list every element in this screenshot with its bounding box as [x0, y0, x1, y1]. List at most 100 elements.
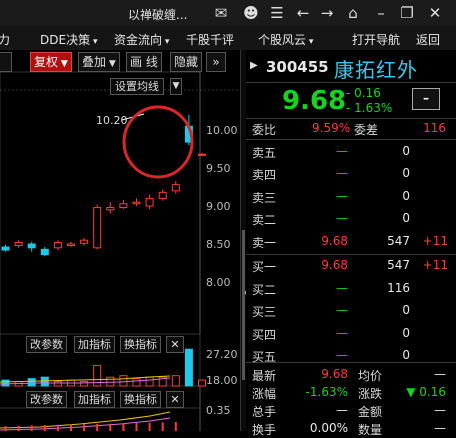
diff-value: 116 — [423, 121, 446, 135]
close-icon[interactable]: ✕ — [426, 4, 444, 22]
y-tick-label: 9.50 — [206, 162, 231, 175]
candle-body — [53, 241, 62, 249]
order-level-price: 9.68 — [321, 234, 348, 248]
user-icon[interactable]: ☻ — [242, 4, 260, 22]
candle-body — [93, 207, 102, 249]
back-arrow-icon[interactable]: ← — [294, 4, 312, 22]
candle-body — [40, 248, 49, 256]
candle-body — [145, 197, 154, 207]
chevron-down-icon: ▾ — [90, 37, 98, 47]
quantity-value: — — [434, 421, 446, 435]
macd-switch-indicator-tab[interactable]: 换指标 — [120, 391, 161, 408]
order-level-label: 卖二 — [252, 213, 277, 227]
volume-tick-label: 27.20 — [206, 348, 238, 361]
menu-icon[interactable]: ☰ — [268, 4, 286, 22]
zf-value: -1.63% — [305, 385, 348, 399]
order-level-volume: 0 — [402, 348, 410, 362]
remove-watchlist-button[interactable]: – — [412, 88, 440, 110]
toolbar-prev[interactable] — [0, 52, 12, 72]
order-level-volume: 0 — [402, 189, 410, 203]
volume-bar — [53, 381, 62, 387]
order-level-price: — — [336, 166, 348, 180]
candle-body — [198, 153, 206, 156]
turnover-value: 0.00% — [309, 421, 348, 435]
stock-code: 300455 — [266, 58, 329, 76]
volume-total-value: — — [336, 403, 348, 417]
stock-name: 康拓红外 — [334, 58, 418, 82]
menu-item-review[interactable]: 千股千评 — [186, 31, 234, 48]
window-title: 以禅破缠... — [128, 8, 188, 22]
macd-edit-params-tab[interactable]: 改参数 — [26, 391, 67, 408]
order-level-volume: 0 — [402, 303, 410, 317]
volume-bar — [1, 379, 10, 387]
restore-icon[interactable]: ❐ — [398, 4, 416, 22]
order-level-volume: 0 — [402, 211, 410, 225]
order-level-price: — — [336, 211, 348, 225]
volume-bar — [198, 379, 206, 387]
menu-bar: 力 DDE决策 ▾ 资金流向 ▾ 千股千评 个股风云 ▾ 打开导航 返回 — [0, 26, 456, 51]
price-change: - 0.16 — [346, 86, 381, 100]
menu-item-stock-news-label: 个股风云 — [258, 33, 307, 47]
minimize-icon[interactable]: – — [372, 4, 390, 22]
chevron-down-icon[interactable]: ▼ — [170, 78, 182, 95]
amount-value: — — [434, 403, 446, 417]
y-tick-label: 9.00 — [206, 200, 231, 213]
menu-item-li[interactable]: 力 — [0, 31, 10, 48]
menu-item-navigation[interactable]: 打开导航 — [352, 31, 400, 48]
order-level-volume: 547 — [387, 258, 410, 272]
order-level-price: — — [336, 348, 348, 362]
candle-body — [106, 207, 115, 211]
high-price-label: 10.20 — [96, 114, 128, 127]
menu-item-capital-flow[interactable]: 资金流向 ▾ — [114, 31, 169, 48]
y-tick-label: 8.50 — [206, 238, 231, 251]
diejia-button[interactable]: 叠加 ▼ — [78, 52, 120, 72]
menu-item-return[interactable]: 返回 — [416, 31, 440, 48]
order-level-volume: 116 — [387, 281, 410, 295]
kline-chart — [0, 71, 240, 431]
order-level-volume: 547 — [387, 234, 410, 248]
avg-label: 均价 — [358, 369, 383, 383]
set-ma-button[interactable]: 设置均线 — [110, 78, 164, 95]
order-level-price: — — [336, 189, 348, 203]
close-icon[interactable]: ✕ — [166, 336, 184, 353]
fuquan-button[interactable]: 复权 ▼ — [30, 52, 72, 72]
collapse-icon[interactable]: ▶ — [250, 60, 258, 71]
volume-bar — [171, 375, 180, 387]
hide-button[interactable]: 隐藏 — [170, 52, 203, 72]
zd-label: 涨跌 — [358, 387, 383, 401]
volume-bar — [27, 378, 36, 387]
order-level-volume: 0 — [402, 326, 410, 340]
chevron-down-icon: ▼ — [106, 59, 116, 69]
home-icon[interactable]: ⌂ — [344, 4, 362, 22]
order-level-change: +11 — [422, 234, 448, 248]
scrollbar-thumb[interactable] — [242, 230, 245, 380]
draw-line-button[interactable]: 画 线 — [126, 52, 162, 72]
forward-arrow-icon[interactable]: → — [318, 4, 336, 22]
volume-add-indicator-tab[interactable]: 加指标 — [74, 336, 115, 353]
more-button[interactable]: » — [206, 52, 226, 72]
menu-item-dde[interactable]: DDE决策 ▾ — [40, 31, 97, 48]
volume-total-label: 总手 — [252, 405, 277, 419]
diff-label: 委差 — [354, 123, 379, 137]
order-level-price: — — [336, 281, 348, 295]
candle-body — [132, 201, 141, 205]
menu-item-stock-news[interactable]: 个股风云 ▾ — [258, 31, 313, 48]
mail-icon[interactable]: ✉ — [212, 4, 230, 22]
kline-chart-area[interactable] — [0, 50, 240, 431]
volume-bar — [132, 378, 141, 387]
menu-item-dde-label: DDE决策 — [40, 33, 91, 47]
macd-add-indicator-tab[interactable]: 加指标 — [74, 391, 115, 408]
fuquan-label: 复权 — [34, 55, 59, 69]
close-icon[interactable]: ✕ — [166, 391, 184, 408]
volume-switch-indicator-tab[interactable]: 换指标 — [120, 336, 161, 353]
volume-edit-params-tab[interactable]: 改参数 — [26, 336, 67, 353]
candle-body — [67, 243, 75, 247]
order-level-price: — — [336, 326, 348, 340]
candle-body — [80, 239, 89, 244]
highlight-circle — [122, 105, 194, 179]
zd-value: ▼ 0.16 — [406, 385, 446, 399]
order-level-volume: 0 — [402, 144, 410, 158]
order-level-price: 9.68 — [321, 258, 348, 272]
order-level-label: 买三 — [252, 305, 277, 319]
order-level-price: — — [336, 303, 348, 317]
